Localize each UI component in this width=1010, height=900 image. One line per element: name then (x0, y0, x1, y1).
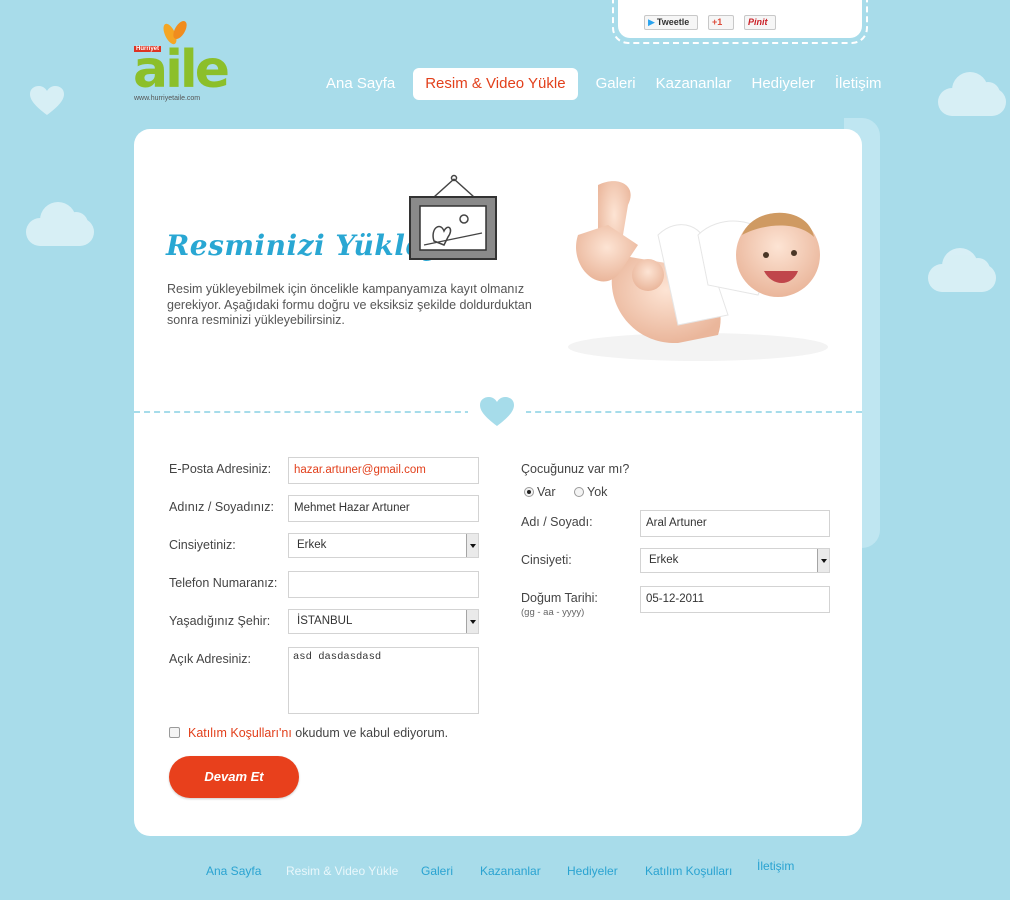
child-gender-select-value: Erkek (649, 554, 679, 566)
tweet-button[interactable]: ▶ Tweetle (644, 15, 698, 30)
email-label: E-Posta Adresiniz: (169, 462, 272, 476)
twitter-icon: ▶ (648, 17, 655, 27)
pinit-label: Pinit (748, 17, 768, 27)
phone-field[interactable] (288, 571, 479, 598)
child-name-label: Adı / Soyadı: (521, 515, 593, 529)
divider-heart-wrap (468, 395, 526, 429)
footer-link-gallery[interactable]: Galeri (421, 864, 453, 878)
baby-photo (568, 181, 828, 361)
cloud-decoration (928, 248, 996, 292)
address-label: Açık Adresiniz: (169, 652, 251, 666)
email-field[interactable]: hazar.artuner@gmail.com (288, 457, 479, 484)
logo-text: aile (133, 40, 230, 100)
heart-icon (30, 86, 64, 115)
cloud-decoration (938, 72, 1006, 116)
pinit-button[interactable]: Pinit (744, 15, 776, 30)
phone-label: Telefon Numaranız: (169, 576, 278, 590)
gender-label: Cinsiyetiniz: (169, 538, 236, 552)
has-child-label: Çocuğunuz var mı? (521, 462, 630, 476)
footer-link-home[interactable]: Ana Sayfa (206, 864, 261, 878)
tweet-label: Tweetle (656, 17, 690, 27)
footer-link-winners[interactable]: Kazananlar (480, 864, 541, 878)
name-label: Adınız / Soyadınız: (169, 500, 274, 514)
nav-item-upload[interactable]: Resim & Video Yükle (413, 68, 578, 100)
nav-item-gifts[interactable]: Hediyeler (741, 68, 824, 100)
city-label: Yaşadığınız Şehir: (169, 614, 271, 628)
nav-item-home[interactable]: Ana Sayfa (316, 68, 405, 100)
footer-link-upload[interactable]: Resim & Video Yükle (286, 864, 398, 878)
intro-text: Resim yükleyebilmek için öncelikle kampa… (167, 282, 532, 327)
upload-form-card: Resminizi Yükleyin Resim yükleyebilmek i… (134, 129, 862, 836)
main-nav: Ana Sayfa Resim & Video Yükle Galeri Kaz… (316, 68, 892, 100)
site-logo[interactable]: Hürriyet aile www.hurriyetaile.com (130, 20, 230, 106)
birth-date-field[interactable]: 05-12-2011 (640, 586, 830, 613)
child-gender-label: Cinsiyeti: (521, 553, 572, 567)
heart-icon (480, 397, 514, 426)
birth-date-label: Doğum Tarihi: (521, 591, 598, 605)
terms-link[interactable]: Katılım Koşulları'nı (188, 726, 292, 740)
nav-item-contact[interactable]: İletişim (825, 68, 892, 100)
continue-button[interactable]: Devam Et (169, 756, 299, 798)
terms-suffix: okudum ve kabul ediyorum. (291, 726, 449, 740)
gender-select-value: Erkek (297, 539, 327, 551)
logo-url: www.hurriyetaile.com (134, 95, 201, 102)
terms-checkbox[interactable] (169, 727, 180, 738)
birth-date-hint: (gg - aa - yyyy) (521, 607, 585, 618)
terms-text: Katılım Koşulları'nı okudum ve kabul edi… (188, 726, 448, 740)
radio-yes[interactable] (524, 487, 534, 497)
gplus-label: +1 (712, 17, 723, 27)
picture-frame-illustration (409, 174, 497, 260)
radio-yes-label: Var (537, 485, 556, 499)
child-gender-select[interactable]: Erkek (640, 548, 830, 573)
radio-no-label: Yok (587, 485, 608, 499)
footer-nav: Ana Sayfa Resim & Video Yükle Galeri Kaz… (206, 859, 806, 882)
chevron-down-icon[interactable] (466, 534, 478, 557)
address-textarea[interactable]: asd dasdasdasd (288, 647, 479, 714)
city-select[interactable]: İSTANBUL (288, 609, 479, 634)
cloud-decoration (26, 202, 94, 246)
footer-link-contact[interactable]: İletişim (757, 859, 794, 873)
gender-select[interactable]: Erkek (288, 533, 479, 558)
footer-link-gifts[interactable]: Hediyeler (567, 864, 618, 878)
radio-no[interactable] (574, 487, 584, 497)
social-share-box: ▶ Tweetle +1 Pinit (612, 0, 868, 44)
google-plus-button[interactable]: +1 (708, 15, 734, 30)
child-name-field[interactable]: Aral Artuner (640, 510, 830, 537)
city-select-value: İSTANBUL (297, 615, 353, 627)
chevron-down-icon[interactable] (466, 610, 478, 633)
nav-item-gallery[interactable]: Galeri (586, 68, 646, 100)
footer-link-terms[interactable]: Katılım Koşulları (645, 864, 732, 878)
name-field[interactable]: Mehmet Hazar Artuner (288, 495, 479, 522)
nav-item-winners[interactable]: Kazananlar (646, 68, 742, 100)
chevron-down-icon[interactable] (817, 549, 829, 572)
